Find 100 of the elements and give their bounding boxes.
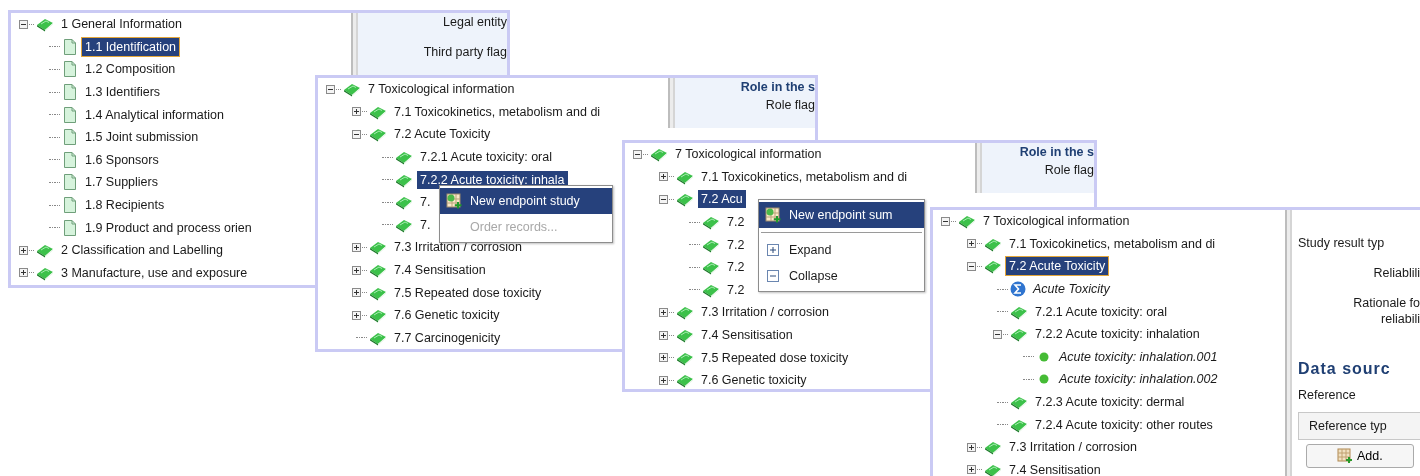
tree-item[interactable]: 7.1 Toxicokinetics, metabolism and di [698,167,911,186]
tree-item[interactable]: 7.1 Toxicokinetics, metabolism and di [1006,234,1219,253]
book-icon [676,191,694,208]
section-heading: Role in the s [740,80,815,94]
page-icon [62,218,78,237]
tree-item[interactable]: 7.2 Acute Toxicity [391,125,494,144]
tree-item[interactable]: 7.2.4 Acute toxicity: other routes [1032,415,1216,434]
expand-toggle[interactable] [658,353,668,363]
plus-icon [767,244,779,256]
expand-toggle[interactable] [351,310,361,320]
tree-item[interactable]: 7.5 Repeated dose toxicity [698,348,852,367]
add-button[interactable]: Add. [1306,444,1414,468]
tree-item[interactable]: 1.3 Identifiers [82,83,164,102]
expand-toggle[interactable] [658,172,668,182]
field-label: Study result typ [1298,236,1386,250]
tree-item[interactable]: 7.2.3 Acute toxicity: dermal [1032,393,1188,412]
book-icon [676,304,694,321]
tree-item[interactable]: Acute toxicity: inhalation.001 [1056,347,1221,366]
page-icon [62,83,78,102]
page-icon [62,150,78,169]
field-label: Legal entity [443,15,507,29]
tree-item[interactable]: 1.7 Suppliers [82,173,161,192]
field-label: Role flag [1044,163,1094,177]
tree-item[interactable]: 7.2.1 Acute toxicity: oral [417,148,555,167]
book-icon [395,149,413,166]
expand-toggle[interactable] [351,130,361,139]
tree-item[interactable]: 7.5 Repeated dose toxicity [391,283,545,302]
tree-item[interactable]: 1.6 Sponsors [82,150,162,169]
tree-item[interactable]: Acute toxicity: inhalation.002 [1056,370,1221,389]
tree-item[interactable]: 1.4 Analytical information [82,105,227,124]
tree-item[interactable]: 1.8 Recipients [82,196,168,215]
tree-item[interactable]: 3 Manufacture, use and exposure [58,263,251,282]
tree-item[interactable]: 7.2 [724,235,748,254]
expand-toggle[interactable] [351,242,361,252]
tree-item[interactable]: 7.2.2 Acute toxicity: inhala [417,170,568,189]
book-icon [36,242,54,259]
tree-item[interactable]: 7.7 Carcinogenicity [391,328,504,347]
minus-icon [767,270,779,282]
expand-toggle[interactable] [658,375,668,385]
expand-toggle[interactable] [351,288,361,298]
page-icon [62,60,78,79]
tree-item[interactable]: 7 Toxicological information [365,80,518,99]
tree-item[interactable]: 7.2.1 Acute toxicity: oral [1032,302,1170,321]
tree-item[interactable]: 7.2 Acute Toxicity [1006,257,1109,276]
book-icon [676,327,694,344]
book-icon [650,146,668,163]
menu-item[interactable]: Collapse [759,263,924,289]
tree-item[interactable]: 7.6 Genetic toxicity [698,371,810,389]
tree-item[interactable]: 7.2 Acu [698,190,746,209]
book-icon [369,307,387,324]
tree-item[interactable]: 2 Classification and Labelling [58,241,226,260]
tree-item[interactable]: 7.4 Sensitisation [1006,460,1104,476]
tree-item[interactable]: 7.2 [724,213,748,232]
expand-toggle[interactable] [351,107,361,117]
tree-item[interactable]: 7.3 Irritation / corrosion [1006,438,1140,457]
expand-toggle[interactable] [940,216,950,226]
expand-toggle[interactable] [658,307,668,317]
column-header: Reference typ [1298,412,1420,440]
expand-toggle[interactable] [966,262,976,271]
tree-item[interactable]: 7.2 [724,258,748,277]
tree-item[interactable]: 7 Toxicological information [672,145,825,164]
menu-item[interactable]: New endpoint sum [759,202,924,228]
tree-item[interactable]: 1.5 Joint submission [82,128,202,147]
tree-item[interactable]: 7.3 Irritation / corrosion [698,303,832,322]
expand-toggle[interactable] [18,245,28,255]
expand-toggle[interactable] [632,149,642,159]
menu-item[interactable]: New endpoint study [440,188,612,214]
expand-toggle[interactable] [325,84,335,94]
tree-item[interactable]: 7.4 Sensitisation [698,326,796,345]
tree-item[interactable]: 7 Toxicological information [980,212,1133,231]
expand-toggle[interactable] [966,465,976,475]
expand-toggle[interactable] [18,19,28,29]
tree-item[interactable]: 1.9 Product and process orien [82,218,255,237]
tree-item[interactable]: Acute Toxicity [1030,280,1113,299]
field-label: reliabili [1380,312,1420,326]
section-heading: Data sourc [1298,360,1392,378]
menu-item[interactable]: Expand [759,237,924,263]
page-icon [62,105,78,124]
book-icon [958,213,976,230]
tree-item[interactable]: 7.4 Sensitisation [391,261,489,280]
tree-item[interactable]: 7.6 Genetic toxicity [391,306,503,325]
expand-toggle[interactable] [351,265,361,275]
tree-item[interactable]: 1.2 Composition [82,60,179,79]
field-label: Role flag [765,98,815,112]
tree-item[interactable]: 7. [417,215,434,234]
tree-item[interactable]: 7.2.2 Acute toxicity: inhalation [1032,325,1203,344]
tree-item[interactable]: 7. [417,193,434,212]
tree-item[interactable]: 7.2 [724,280,748,299]
expand-toggle[interactable] [18,268,28,278]
page-icon [62,173,78,192]
expand-toggle[interactable] [966,239,976,249]
tree-item[interactable]: 7.1 Toxicokinetics, metabolism and di [391,102,604,121]
field-label: Reference [1298,388,1357,402]
page-icon [62,128,78,147]
expand-toggle[interactable] [658,195,668,204]
expand-toggle[interactable] [966,442,976,452]
tree-item[interactable]: 1.1 Identification [82,37,180,56]
expand-toggle[interactable] [992,329,1002,339]
expand-toggle[interactable] [658,330,668,340]
tree-item[interactable]: 1 General Information [58,15,185,34]
